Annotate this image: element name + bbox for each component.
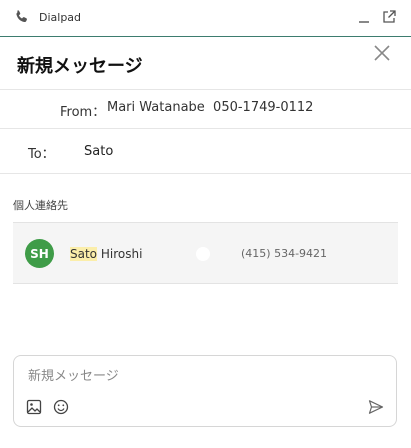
- to-input[interactable]: [78, 139, 378, 163]
- popout-icon[interactable]: [381, 9, 397, 25]
- contact-name: Sato Hiroshi: [70, 247, 142, 261]
- page-title: 新規メッセージ: [17, 56, 143, 77]
- emoji-icon[interactable]: [53, 399, 69, 415]
- from-label: From：: [60, 105, 106, 120]
- message-header: 新規メッセージ: [0, 38, 411, 90]
- avatar: SH: [25, 239, 54, 268]
- status-indicator: [196, 247, 210, 261]
- name-rest: Hiroshi: [97, 247, 143, 261]
- dialpad-window: Dialpad 新規メッセージ From： Mari Watanabe 050-…: [0, 0, 411, 448]
- image-icon[interactable]: [26, 399, 42, 415]
- send-icon[interactable]: [368, 399, 384, 415]
- to-label: To：: [28, 147, 55, 162]
- title-bar: Dialpad: [0, 0, 411, 37]
- name-match-highlight: Sato: [70, 247, 98, 261]
- from-row[interactable]: From： Mari Watanabe 050-1749-0112: [0, 90, 411, 129]
- minimize-icon[interactable]: [357, 10, 371, 24]
- from-value[interactable]: Mari Watanabe 050-1749-0112: [107, 100, 313, 115]
- close-icon[interactable]: [372, 43, 392, 63]
- app-title: Dialpad: [39, 11, 82, 24]
- contact-phone: (415) 534-9421: [241, 247, 328, 260]
- contact-list-item[interactable]: SH Sato Hiroshi (415) 534-9421: [13, 222, 398, 284]
- to-row: To：: [0, 129, 411, 174]
- message-input[interactable]: [28, 366, 378, 386]
- message-composer: [13, 355, 397, 427]
- phone-icon: [16, 10, 27, 23]
- section-label-personal-contacts: 個人連絡先: [13, 199, 68, 212]
